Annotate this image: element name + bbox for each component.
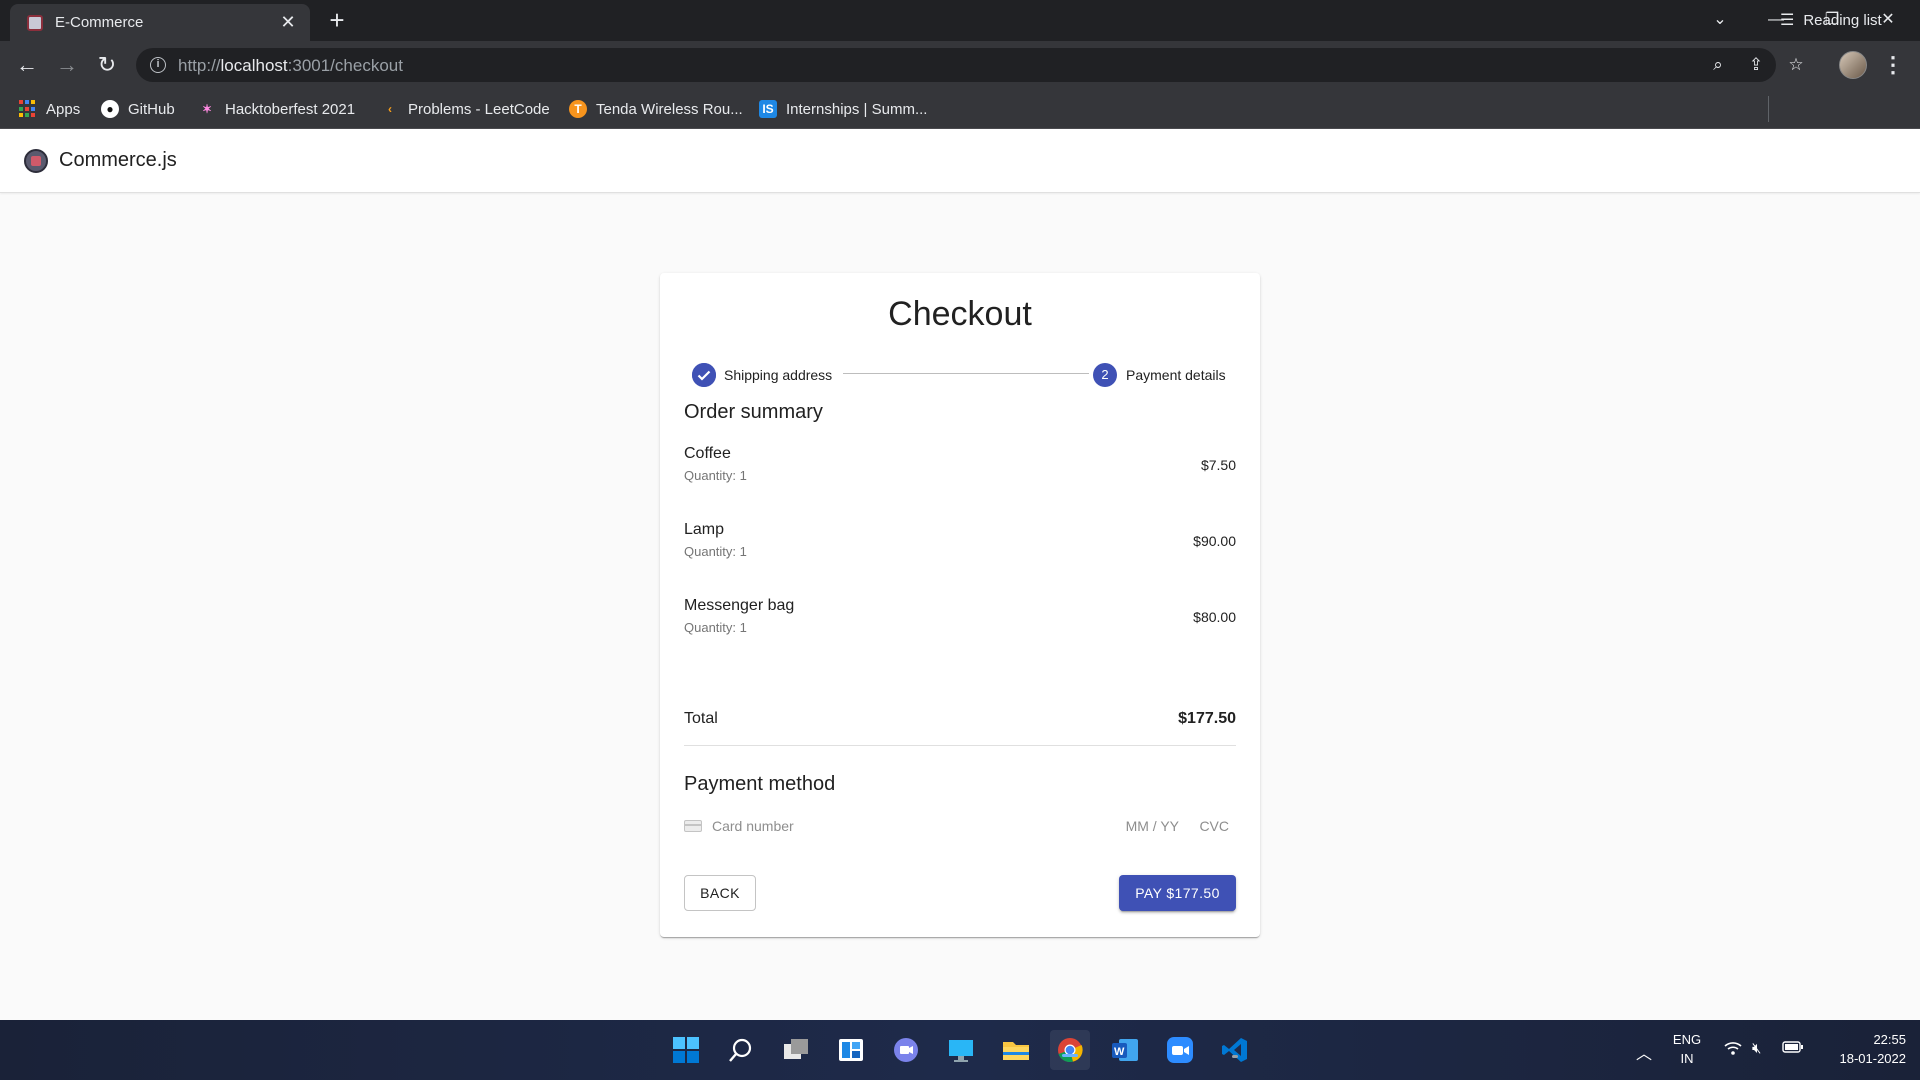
browser-tab-strip: E-Commerce ✕ + ⌄ — ❐ ✕ (0, 0, 1920, 41)
windows-start-icon[interactable] (666, 1030, 706, 1070)
clock-time[interactable]: 22:55 (1816, 1032, 1906, 1047)
battery-icon[interactable] (1782, 1040, 1804, 1058)
app-header: Commerce.js (0, 129, 1920, 193)
url-text[interactable]: http://localhost:3001/checkout (178, 56, 403, 76)
bookmark-internships[interactable]: IS Internships | Summ... (759, 97, 927, 121)
desktop-app-icon[interactable] (941, 1030, 981, 1070)
chrome-icon[interactable] (1050, 1030, 1090, 1070)
reading-list-icon: ☰ (1780, 12, 1795, 29)
bookmark-hacktoberfest[interactable]: ✶ Hacktoberfest 2021 (198, 97, 355, 121)
word-icon[interactable]: W (1105, 1030, 1145, 1070)
zoom-icon[interactable]: ⌕ (1707, 55, 1729, 75)
order-item-price: $90.00 (1193, 533, 1236, 549)
zoom-app-icon[interactable] (1160, 1030, 1200, 1070)
order-item-quantity: Quantity: 1 (684, 620, 747, 635)
internshala-icon: IS (759, 100, 777, 118)
apps-grid-icon (19, 100, 37, 118)
page-title: Checkout (888, 295, 1032, 333)
share-icon[interactable]: ⇪ (1745, 55, 1767, 75)
step-payment-details-label: Payment details (1126, 367, 1226, 383)
app-name[interactable]: Commerce.js (59, 149, 177, 172)
card-cvc-input[interactable]: CVC (1199, 818, 1229, 834)
bookmark-apps[interactable]: Apps (19, 97, 80, 121)
order-item-quantity: Quantity: 1 (684, 468, 747, 483)
volume-muted-icon[interactable]: 🔇︎ (1752, 1040, 1761, 1057)
total-value: $177.50 (1178, 710, 1236, 727)
total-label: Total (684, 710, 718, 727)
card-number-placeholder[interactable]: Card number (712, 818, 794, 834)
reload-icon[interactable]: ↻ (92, 51, 122, 79)
new-tab-button[interactable]: + (322, 6, 352, 36)
teams-chat-icon[interactable] (886, 1030, 926, 1070)
step-completed-check-icon (692, 363, 716, 387)
svg-text:W: W (1114, 1046, 1125, 1058)
order-item-name: Messenger bag (684, 597, 795, 614)
forward-arrow-icon[interactable]: → (52, 51, 82, 79)
browser-menu-icon[interactable]: ⋮ (1882, 51, 1904, 79)
order-item-price: $7.50 (1200, 457, 1236, 473)
profile-avatar[interactable] (1839, 51, 1867, 79)
site-info-icon[interactable]: i (150, 57, 166, 73)
bookmark-github[interactable]: ● GitHub (101, 97, 175, 121)
stepper-connector (843, 373, 1089, 374)
tenda-icon: T (569, 100, 587, 118)
order-item-name: Lamp (684, 521, 725, 538)
clock-date[interactable]: 18-01-2022 (1816, 1051, 1907, 1066)
reading-list-button[interactable]: ☰ Reading list (1780, 8, 1882, 32)
checkout-card: Checkout Shipping address 2 Payment deta… (660, 273, 1260, 937)
tab-search-icon[interactable]: ⌄ (1692, 0, 1748, 41)
running-app-indicator (1232, 1055, 1238, 1058)
browser-tab[interactable]: E-Commerce ✕ (10, 4, 310, 41)
widgets-icon[interactable] (831, 1030, 871, 1070)
close-tab-icon[interactable]: ✕ (276, 10, 300, 34)
divider (684, 745, 1236, 746)
bookmark-star-icon[interactable]: ☆ (1785, 55, 1807, 75)
order-item-quantity: Quantity: 1 (684, 544, 747, 559)
order-item-price: $80.00 (1193, 609, 1236, 625)
card-expiry-input[interactable]: MM / YY (1126, 818, 1179, 834)
step-number-icon: 2 (1093, 363, 1117, 387)
store-logo-icon[interactable] (24, 149, 48, 173)
order-item-name: Coffee (684, 445, 731, 462)
tab-title: E-Commerce (55, 14, 144, 31)
address-bar[interactable]: i http://localhost:3001/checkout ⌕ ⇪ ☆ (136, 48, 1804, 82)
windows-taskbar: W (0, 1020, 1920, 1080)
back-arrow-icon[interactable]: ← (12, 51, 42, 79)
pay-button[interactable]: PAY $177.50 (1119, 875, 1236, 911)
active-app-indicator (1062, 1054, 1078, 1057)
search-icon[interactable] (721, 1030, 761, 1070)
input-language[interactable]: ENG (1670, 1032, 1704, 1047)
bookmark-tenda[interactable]: T Tenda Wireless Rou... (569, 97, 743, 121)
payment-method-title: Payment method (684, 773, 836, 795)
chevron-up-icon[interactable]: ︿ (1636, 1040, 1652, 1064)
bookmarks-bar: Apps ● GitHub ✶ Hacktoberfest 2021 ‹ Pro… (0, 89, 1920, 129)
wifi-icon[interactable] (1724, 1040, 1742, 1060)
task-view-icon[interactable] (776, 1030, 816, 1070)
github-icon: ● (101, 100, 119, 118)
hacktoberfest-icon: ✶ (201, 102, 213, 116)
bookmark-leetcode[interactable]: ‹ Problems - LeetCode (381, 97, 550, 121)
bookmarks-separator (1768, 96, 1769, 122)
credit-card-icon (684, 820, 702, 832)
file-explorer-icon[interactable] (996, 1030, 1036, 1070)
leetcode-icon: ‹ (388, 102, 392, 116)
vscode-icon[interactable] (1215, 1030, 1255, 1070)
store-favicon-icon (27, 15, 43, 31)
browser-toolbar: ← → ↻ i http://localhost:3001/checkout ⌕… (0, 41, 1920, 89)
card-number-input[interactable]: Card number MM / YY CVC (684, 815, 1236, 839)
input-region[interactable]: IN (1670, 1051, 1704, 1066)
step-shipping-address-label: Shipping address (724, 367, 833, 383)
order-summary-title: Order summary (684, 401, 823, 423)
back-button[interactable]: BACK (684, 875, 756, 911)
